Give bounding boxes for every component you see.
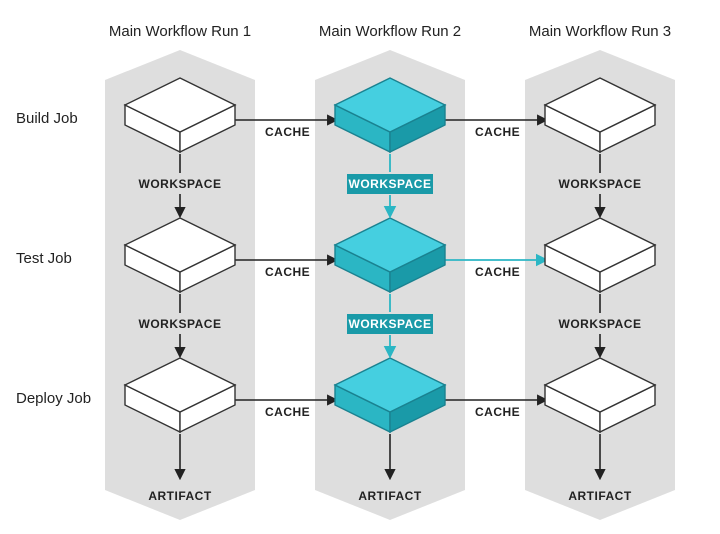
workspace-label: WORKSPACE bbox=[349, 317, 432, 331]
job-boxes bbox=[125, 78, 655, 432]
artifact-label: ARTIFACT bbox=[148, 489, 211, 503]
cache-label: CACHE bbox=[475, 125, 520, 139]
cache-label: CACHE bbox=[475, 405, 520, 419]
cache-label: CACHE bbox=[475, 265, 520, 279]
row-labels: Build Job Test Job Deploy Job bbox=[16, 110, 91, 407]
cache-label: CACHE bbox=[265, 405, 310, 419]
row-deploy-job: Deploy Job bbox=[16, 390, 91, 407]
workspace-label: WORKSPACE bbox=[559, 177, 642, 191]
cache-label: CACHE bbox=[265, 125, 310, 139]
header-run-1: Main Workflow Run 1 bbox=[109, 23, 251, 40]
header-run-3: Main Workflow Run 3 bbox=[529, 23, 671, 40]
workspace-label: WORKSPACE bbox=[349, 177, 432, 191]
artifact-label: ARTIFACT bbox=[568, 489, 631, 503]
workspace-label: WORKSPACE bbox=[559, 317, 642, 331]
workspace-label: WORKSPACE bbox=[139, 317, 222, 331]
row-build-job: Build Job bbox=[16, 110, 78, 127]
cache-label: CACHE bbox=[265, 265, 310, 279]
header-run-2: Main Workflow Run 2 bbox=[319, 23, 461, 40]
row-test-job: Test Job bbox=[16, 250, 72, 267]
workspace-label: WORKSPACE bbox=[139, 177, 222, 191]
column-headers: Main Workflow Run 1 Main Workflow Run 2 … bbox=[109, 23, 671, 40]
workflow-diagram: Main Workflow Run 1 Main Workflow Run 2 … bbox=[0, 0, 720, 534]
artifact-label: ARTIFACT bbox=[358, 489, 421, 503]
